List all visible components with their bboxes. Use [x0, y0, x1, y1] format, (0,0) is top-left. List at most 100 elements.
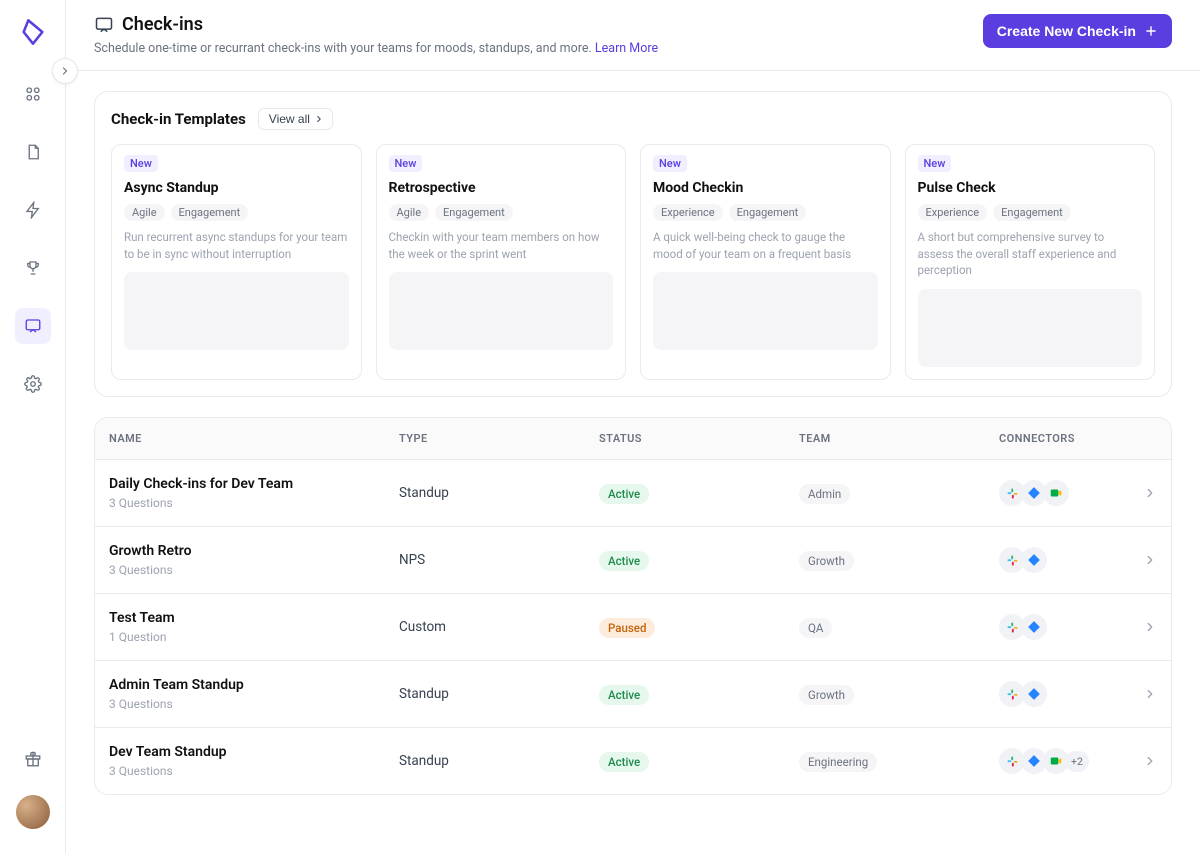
row-questions-count: 1 Question [109, 630, 399, 644]
row-questions-count: 3 Questions [109, 496, 399, 510]
template-tag: Engagement [729, 204, 807, 221]
more-connectors-badge: +2 [1065, 751, 1089, 772]
table-row[interactable]: Growth Retro 3 Questions NPS Active Grow… [95, 526, 1171, 593]
template-card[interactable]: New Mood Checkin Experience Engagement A … [640, 144, 891, 380]
table-row[interactable]: Test Team 1 Question Custom Paused QA [95, 593, 1171, 660]
template-tag: Agile [124, 204, 165, 221]
page-header: Check-ins Schedule one-time or recurrant… [66, 0, 1200, 71]
table-row[interactable]: Daily Check-ins for Dev Team 3 Questions… [95, 459, 1171, 526]
row-name: Admin Team Standup [109, 677, 399, 693]
template-card[interactable]: New Retrospective Agile Engagement Checki… [376, 144, 627, 380]
nav-settings[interactable] [15, 366, 51, 402]
templates-panel: Check-in Templates View all New Async St… [94, 91, 1172, 397]
row-type: Standup [399, 485, 599, 501]
nav-checkins[interactable] [15, 308, 51, 344]
template-description: Checkin with your team members on how th… [389, 229, 614, 262]
template-description: Run recurrent async standups for your te… [124, 229, 349, 262]
connectors-cell [999, 480, 1117, 506]
nav-activity[interactable] [15, 192, 51, 228]
status-badge: Active [599, 484, 649, 504]
th-connectors: CONNECTORS [999, 432, 1117, 445]
learn-more-link[interactable]: Learn More [595, 41, 658, 56]
sidebar [0, 0, 66, 853]
team-badge: Admin [799, 484, 850, 504]
gmeet-connector-icon [1043, 480, 1069, 506]
team-badge: Growth [799, 551, 854, 571]
row-questions-count: 3 Questions [109, 764, 399, 778]
expand-sidebar-button[interactable] [52, 58, 78, 84]
connectors-cell [999, 681, 1117, 707]
new-badge: New [653, 155, 687, 172]
new-badge: New [124, 155, 158, 172]
row-type: Custom [399, 619, 599, 635]
status-badge: Active [599, 551, 649, 571]
template-name: Async Standup [124, 180, 349, 196]
template-name: Pulse Check [918, 180, 1143, 196]
row-name: Test Team [109, 610, 399, 626]
template-tag: Engagement [993, 204, 1071, 221]
team-badge: QA [799, 618, 832, 638]
template-name: Mood Checkin [653, 180, 878, 196]
new-badge: New [918, 155, 952, 172]
plus-icon [1144, 24, 1158, 38]
template-thumbnail [918, 289, 1143, 367]
template-card[interactable]: New Async Standup Agile Engagement Run re… [111, 144, 362, 380]
template-thumbnail [124, 272, 349, 350]
template-name: Retrospective [389, 180, 614, 196]
team-badge: Growth [799, 685, 854, 705]
chevron-right-icon [1117, 620, 1157, 634]
page-subtitle: Schedule one-time or recurrant check-ins… [94, 41, 658, 56]
th-status: STATUS [599, 432, 799, 445]
template-thumbnail [389, 272, 614, 350]
status-badge: Paused [599, 618, 655, 638]
create-checkin-button[interactable]: Create New Check-in [983, 14, 1172, 48]
template-description: A short but comprehensive survey to asse… [918, 229, 1143, 279]
chevron-right-icon [314, 114, 324, 124]
row-name: Daily Check-ins for Dev Team [109, 476, 399, 492]
chevron-right-icon [1117, 687, 1157, 701]
nav-awards[interactable] [15, 250, 51, 286]
status-badge: Active [599, 752, 649, 772]
templates-title: Check-in Templates [111, 110, 246, 128]
row-name: Growth Retro [109, 543, 399, 559]
jira-connector-icon [1021, 614, 1047, 640]
connectors-cell [999, 547, 1117, 573]
app-logo [17, 16, 49, 48]
view-all-templates-button[interactable]: View all [258, 108, 333, 130]
nav-gift[interactable] [15, 741, 51, 777]
th-team: TEAM [799, 432, 999, 445]
connectors-cell: +2 [999, 748, 1117, 774]
table-row[interactable]: Admin Team Standup 3 Questions Standup A… [95, 660, 1171, 727]
jira-connector-icon [1021, 547, 1047, 573]
new-badge: New [389, 155, 423, 172]
checkins-table: NAME TYPE STATUS TEAM CONNECTORS Daily C… [94, 417, 1172, 795]
th-type: TYPE [399, 432, 599, 445]
status-badge: Active [599, 685, 649, 705]
page-title: Check-ins [122, 14, 203, 35]
template-tag: Engagement [171, 204, 249, 221]
row-type: NPS [399, 552, 599, 568]
chevron-right-icon [1117, 754, 1157, 768]
connectors-cell [999, 614, 1117, 640]
template-tag: Experience [918, 204, 988, 221]
row-type: Standup [399, 753, 599, 769]
template-tag: Experience [653, 204, 723, 221]
checkins-icon [94, 15, 114, 35]
jira-connector-icon [1021, 681, 1047, 707]
team-badge: Engineering [799, 752, 877, 772]
nav-documents[interactable] [15, 134, 51, 170]
row-name: Dev Team Standup [109, 744, 399, 760]
template-card[interactable]: New Pulse Check Experience Engagement A s… [905, 144, 1156, 380]
row-type: Standup [399, 686, 599, 702]
template-tag: Engagement [435, 204, 513, 221]
chevron-right-icon [1117, 553, 1157, 567]
template-description: A quick well-being check to gauge the mo… [653, 229, 878, 262]
user-avatar[interactable] [16, 795, 50, 829]
th-name: NAME [109, 432, 399, 445]
table-row[interactable]: Dev Team Standup 3 Questions Standup Act… [95, 727, 1171, 794]
nav-dashboard[interactable] [15, 76, 51, 112]
template-thumbnail [653, 272, 878, 350]
template-tag: Agile [389, 204, 430, 221]
row-questions-count: 3 Questions [109, 697, 399, 711]
row-questions-count: 3 Questions [109, 563, 399, 577]
